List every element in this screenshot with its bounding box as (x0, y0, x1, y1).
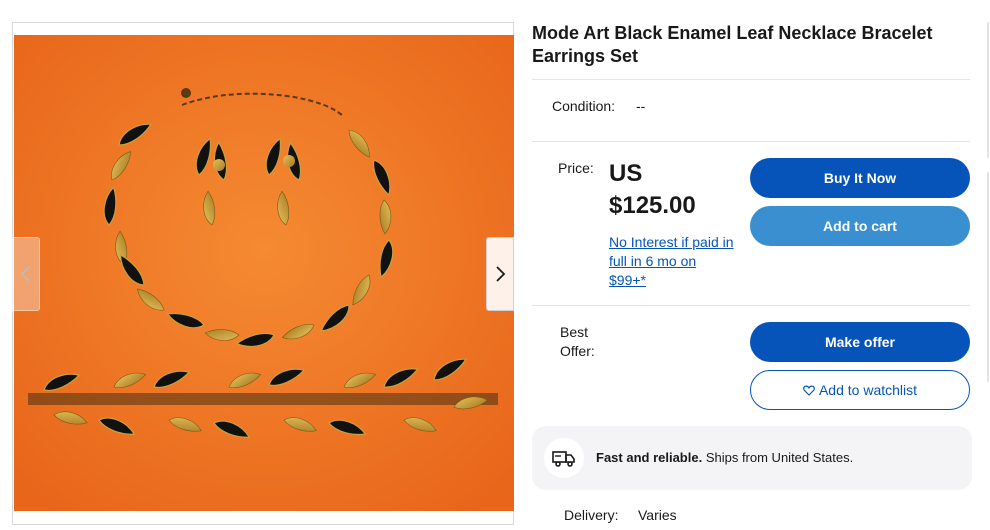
product-photo[interactable] (14, 35, 514, 511)
product-image (14, 35, 514, 511)
make-offer-button[interactable]: Make offer (750, 322, 970, 362)
gallery-next-button[interactable] (486, 237, 514, 311)
condition-value: -- (636, 98, 646, 114)
price-currency: US (609, 160, 643, 187)
chevron-left-icon (20, 266, 30, 282)
delivery-value: Varies (638, 507, 677, 523)
heart-icon (803, 385, 815, 396)
buy-it-now-button[interactable]: Buy It Now (750, 158, 970, 198)
add-to-watchlist-button[interactable]: Add to watchlist (750, 370, 970, 410)
financing-link[interactable]: No Interest if paid in full in 6 mo on $… (609, 233, 734, 290)
watchlist-label: Add to watchlist (818, 382, 918, 398)
condition-label: Condition: (552, 98, 616, 114)
divider (532, 305, 970, 306)
add-to-cart-button[interactable]: Add to cart (750, 206, 970, 246)
divider (532, 141, 970, 142)
delivery-label: Delivery: (564, 507, 619, 523)
shipping-icon-badge (544, 438, 584, 478)
gallery-prev-button[interactable] (12, 237, 40, 311)
shipping-detail: Ships from United States. (702, 450, 854, 465)
listing-title: Mode Art Black Enamel Leaf Necklace Brac… (532, 23, 933, 66)
shipping-info: Fast and reliable. Ships from United Sta… (532, 426, 972, 490)
divider (532, 79, 970, 80)
shipping-text: Fast and reliable. Ships from United Sta… (596, 450, 853, 465)
listing-summary: Mode Art Black Enamel Leaf Necklace Brac… (532, 22, 972, 68)
price-label: Price: (558, 160, 594, 176)
best-offer-label: Best Offer: (560, 324, 595, 359)
truck-icon (552, 451, 575, 467)
shipping-bold: Fast and reliable. (596, 450, 703, 465)
price-value: US $125.00 (609, 158, 739, 222)
price-amount: $125.00 (609, 192, 696, 219)
scrollbar-track (987, 172, 989, 382)
chevron-right-icon (496, 266, 506, 282)
image-gallery (12, 22, 514, 525)
scrollbar-track (987, 22, 989, 158)
